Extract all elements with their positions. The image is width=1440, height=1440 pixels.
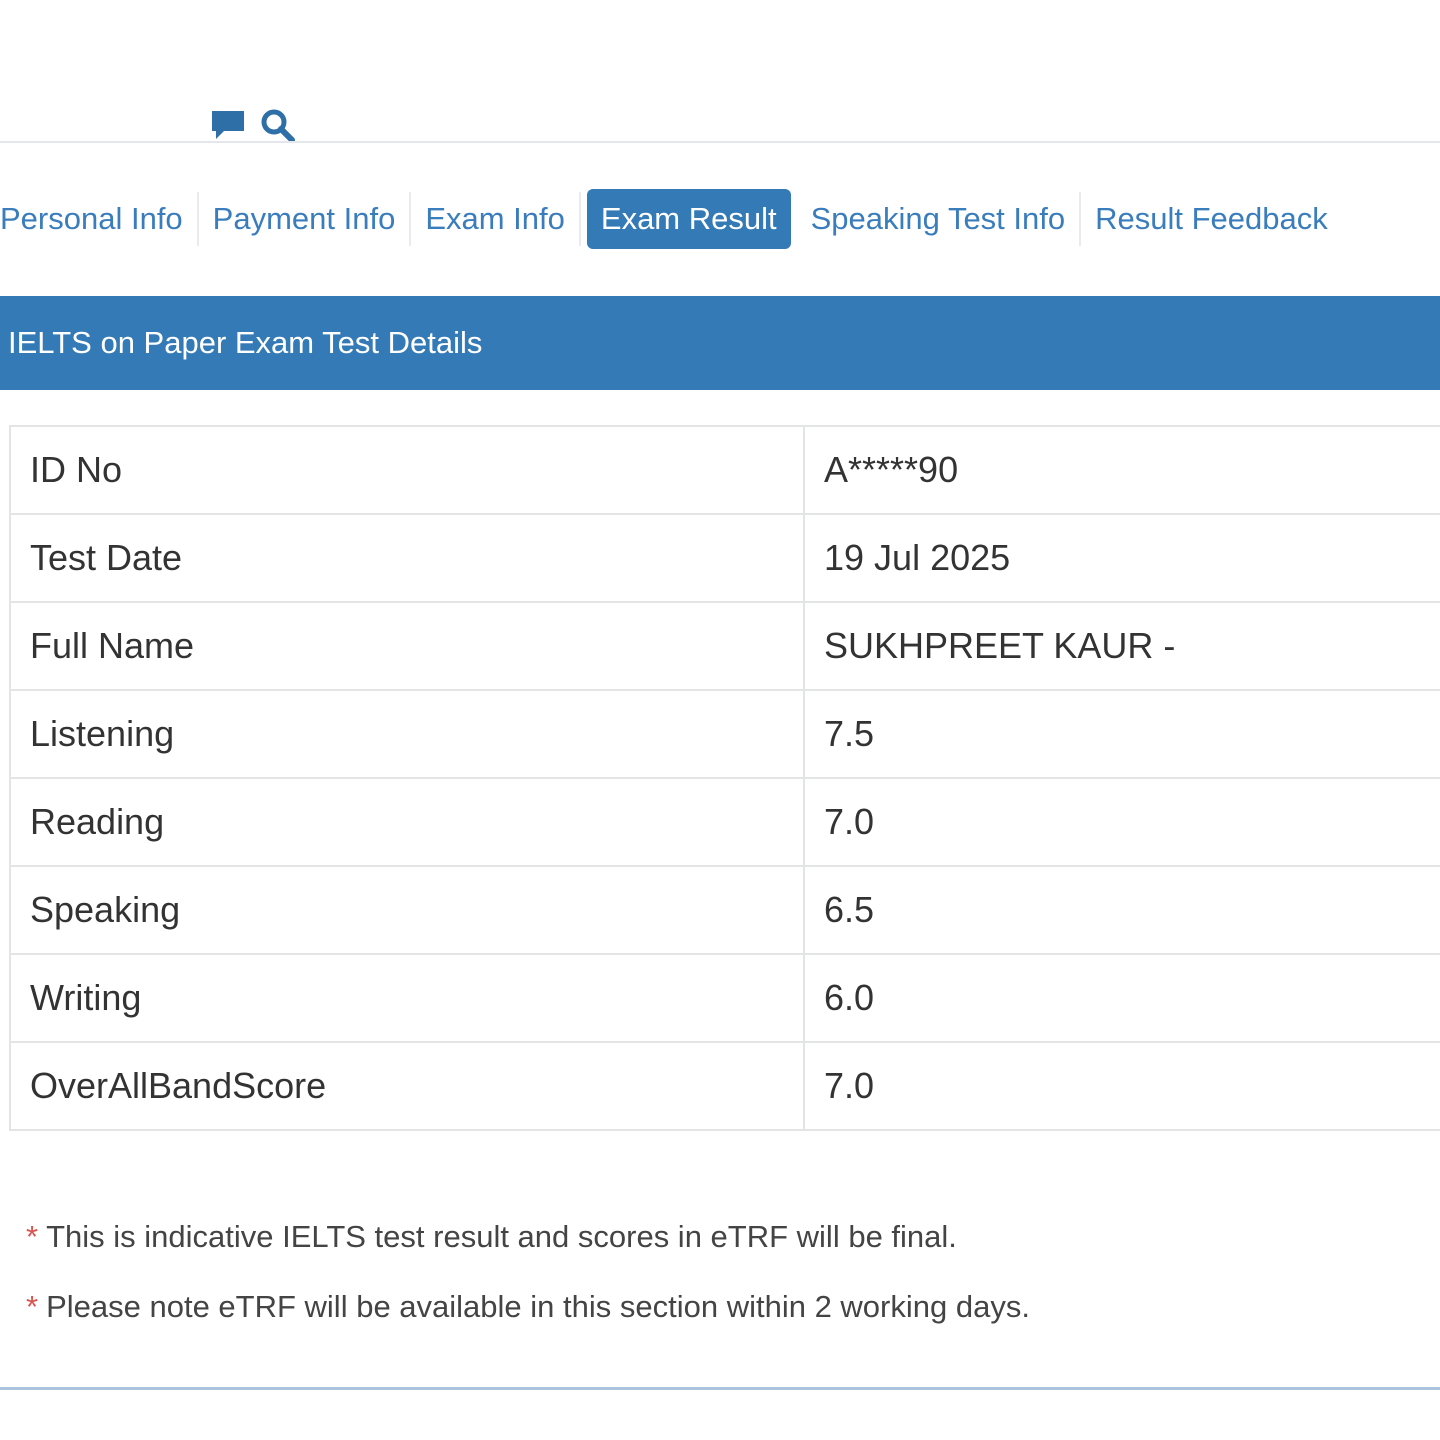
table-row: Test Date 19 Jul 2025 [9,513,1440,603]
table-row: OverAllBandScore 7.0 [9,1041,1440,1131]
tab-divider [578,192,581,246]
search-icon[interactable] [260,108,296,144]
table-row: Speaking 6.5 [9,865,1440,955]
tab-personal-info[interactable]: Personal Info [0,189,197,249]
table-row: Reading 7.0 [9,777,1440,867]
row-label: Full Name [9,601,805,691]
bottom-divider [0,1387,1440,1390]
row-value: 7.5 [803,689,1440,779]
tab-exam-info[interactable]: Exam Info [411,189,579,249]
row-label: ID No [9,425,805,515]
top-icons [210,108,296,144]
row-value: 6.5 [803,865,1440,955]
asterisk-marker: * [26,1289,39,1324]
note-text: Please note eTRF will be available in th… [46,1289,1030,1324]
table-row: Writing 6.0 [9,953,1440,1043]
row-value: 19 Jul 2025 [803,513,1440,603]
table-row: Full Name SUKHPREET KAUR - [9,601,1440,691]
tab-bar: Personal Info Payment Info Exam Info Exa… [0,188,1342,250]
row-label: Writing [9,953,805,1043]
row-value: A*****90 [803,425,1440,515]
tab-payment-info[interactable]: Payment Info [199,189,410,249]
notes: * This is indicative IELTS test result an… [26,1212,1030,1352]
tab-speaking-test-info[interactable]: Speaking Test Info [797,189,1080,249]
table-row: Listening 7.5 [9,689,1440,779]
note-text: This is indicative IELTS test result and… [46,1219,957,1254]
chat-icon[interactable] [210,109,246,143]
tab-result-feedback[interactable]: Result Feedback [1081,189,1342,249]
top-divider [0,141,1440,143]
result-table: ID No A*****90 Test Date 19 Jul 2025 Ful… [9,425,1440,1131]
row-label: Speaking [9,865,805,955]
row-label: Reading [9,777,805,867]
note-item: * This is indicative IELTS test result an… [26,1212,1030,1282]
table-row: ID No A*****90 [9,425,1440,515]
row-label: Test Date [9,513,805,603]
row-value: 7.0 [803,777,1440,867]
asterisk-marker: * [26,1219,39,1254]
row-value: 7.0 [803,1041,1440,1131]
section-header: IELTS on Paper Exam Test Details [0,296,1440,390]
row-label: Listening [9,689,805,779]
page: Personal Info Payment Info Exam Info Exa… [0,0,1440,1440]
row-value: 6.0 [803,953,1440,1043]
tab-exam-result[interactable]: Exam Result [586,189,791,249]
note-item: * Please note eTRF will be available in t… [26,1282,1030,1352]
row-label: OverAllBandScore [9,1041,805,1131]
row-value: SUKHPREET KAUR - [803,601,1440,691]
